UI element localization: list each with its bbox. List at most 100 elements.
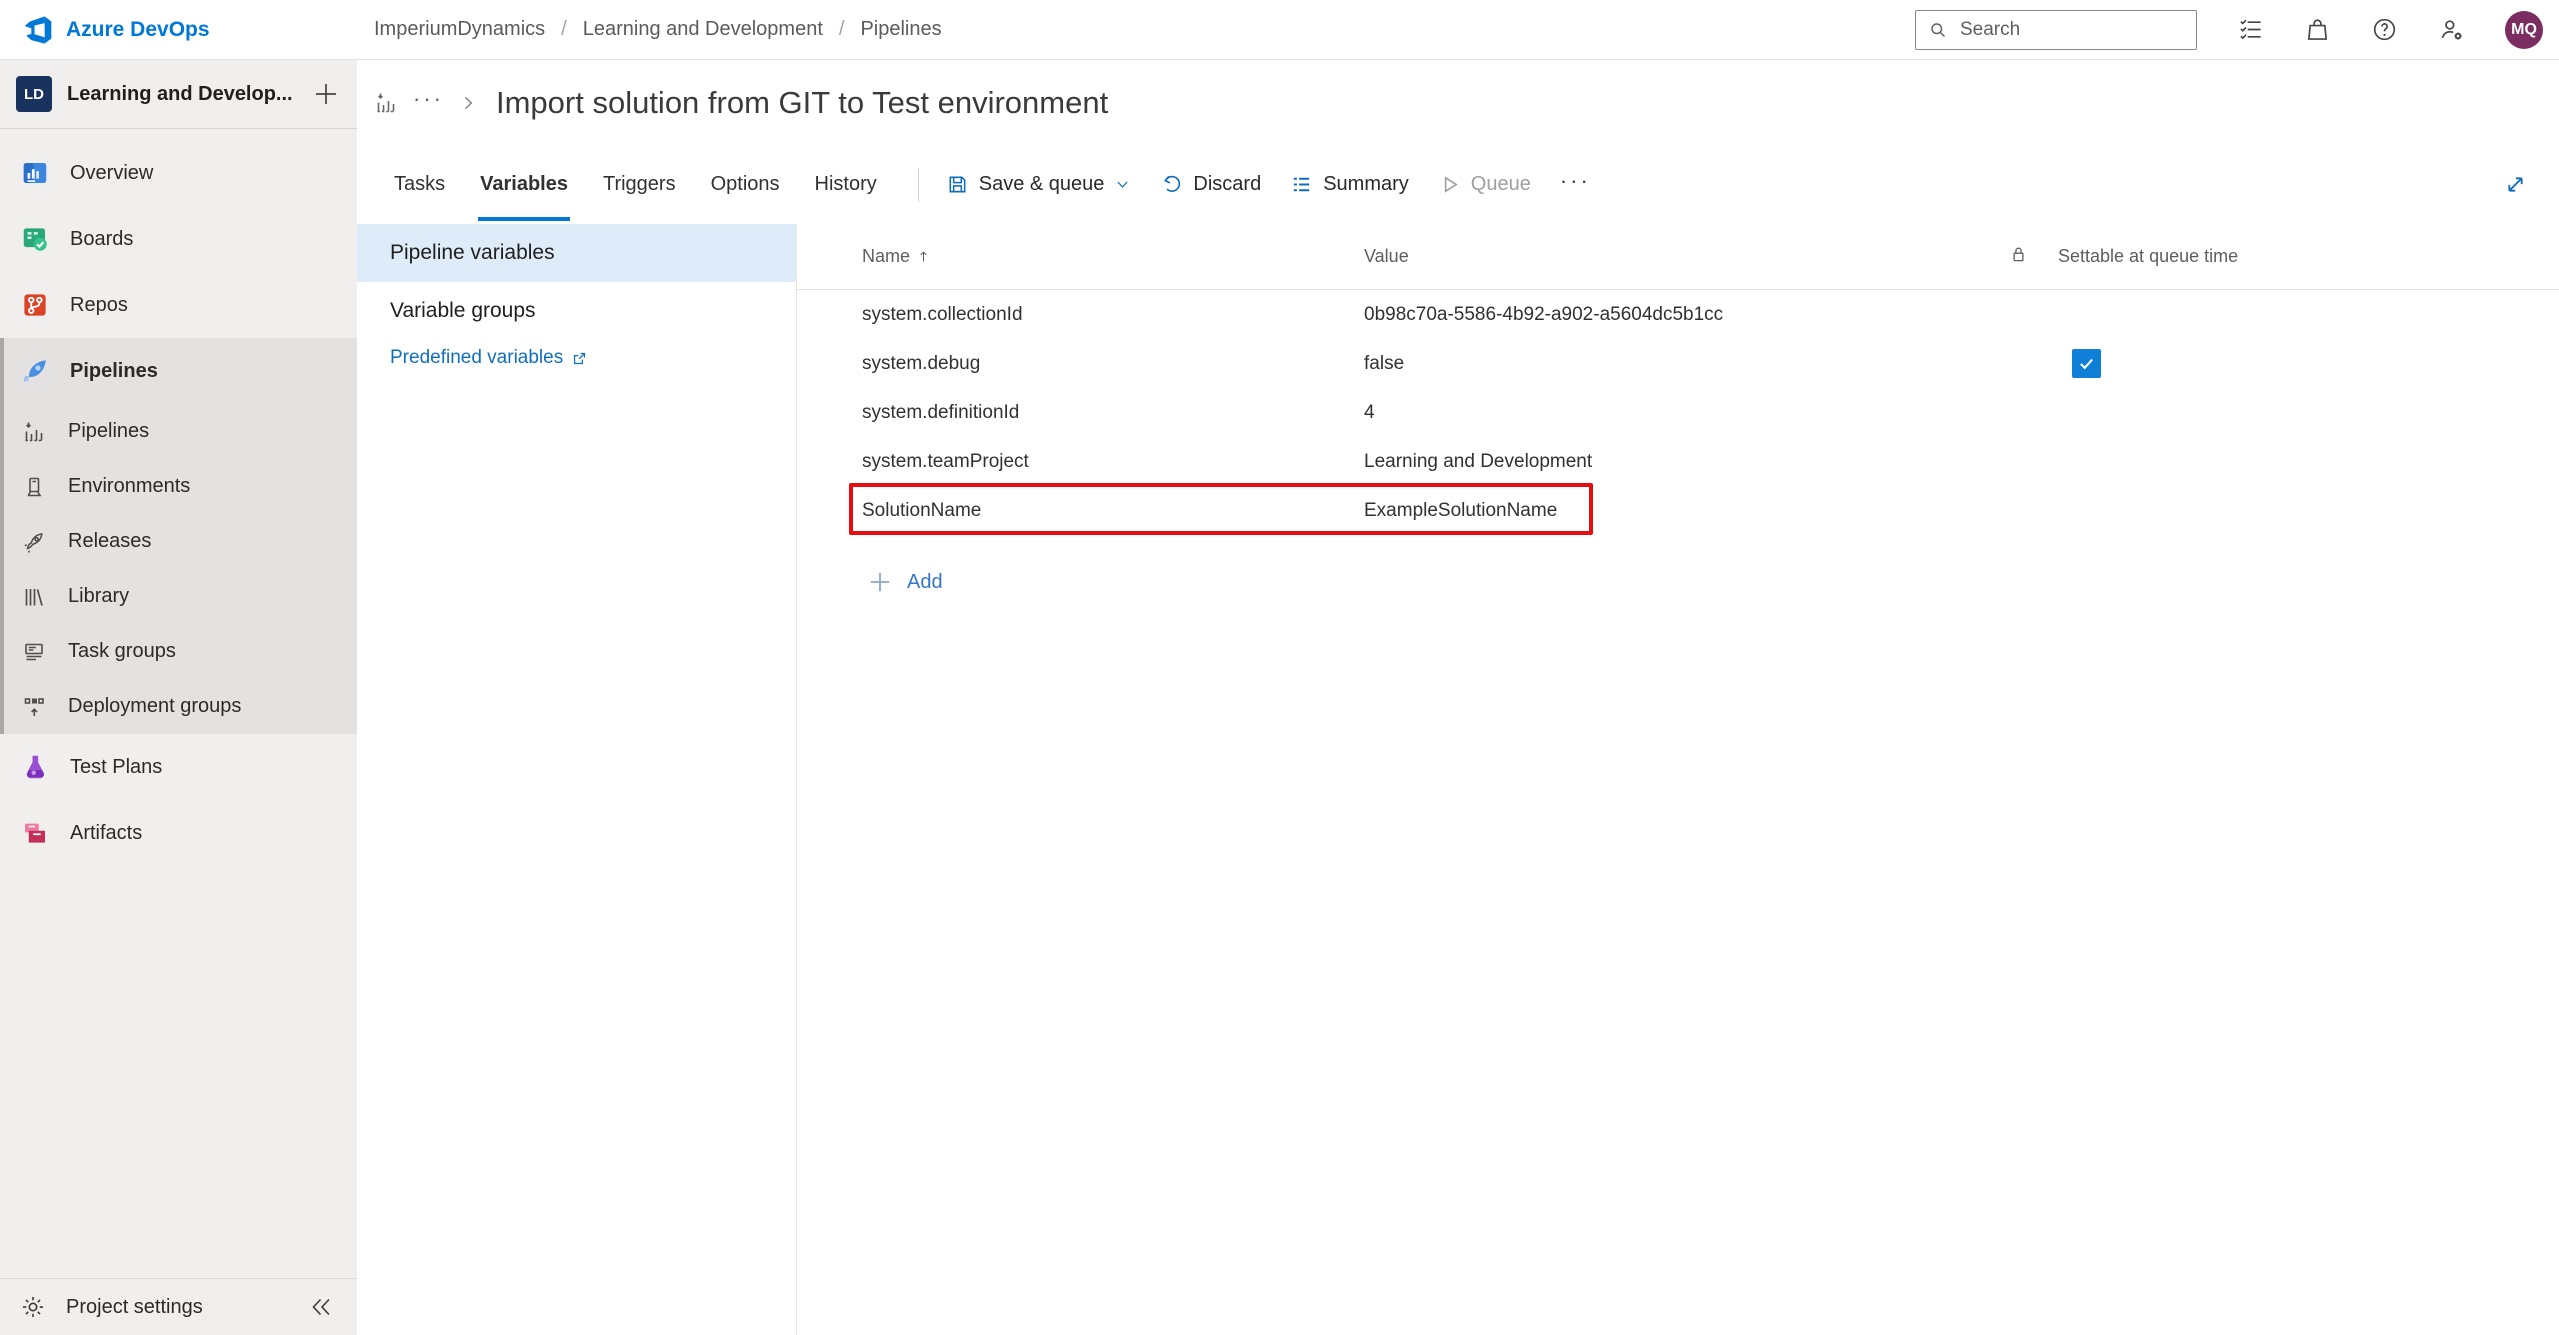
column-header-label: Settable at queue time xyxy=(2058,246,2239,266)
search-input[interactable] xyxy=(1960,18,2184,41)
variable-row-highlighted[interactable]: SolutionName ExampleSolutionName xyxy=(797,486,2559,535)
sidebar-subitem-library[interactable]: Library xyxy=(0,569,357,624)
variable-row[interactable]: system.definitionId 4 xyxy=(797,388,2559,437)
sidebar-item-repos[interactable]: Repos xyxy=(0,272,357,338)
sidebar-item-label: Artifacts xyxy=(70,821,143,844)
toolbar-divider xyxy=(917,167,919,202)
breadcrumb: ImperiumDynamics / Learning and Developm… xyxy=(357,18,942,41)
collapse-sidebar-icon[interactable] xyxy=(309,1295,333,1319)
tab-label: Tasks xyxy=(394,173,446,195)
discard-button[interactable]: Discard xyxy=(1160,173,1261,196)
breadcrumb-project[interactable]: Learning and Development xyxy=(583,18,823,41)
summary-button[interactable]: Summary xyxy=(1290,173,1409,196)
variable-value-cell[interactable]: Learning and Development xyxy=(1364,451,2008,473)
sidebar-item-boards[interactable]: Boards xyxy=(0,206,357,272)
variable-name-cell[interactable]: system.collectionId xyxy=(862,304,1364,326)
tab-triggers[interactable]: Triggers xyxy=(601,145,678,224)
sidebar-item-overview[interactable]: Overview xyxy=(0,140,357,206)
save-and-queue-button[interactable]: Save & queue xyxy=(946,173,1132,196)
help-icon[interactable] xyxy=(2371,16,2398,43)
sidebar-item-pipelines[interactable]: Pipelines xyxy=(0,338,357,404)
breadcrumb-organization[interactable]: ImperiumDynamics xyxy=(374,18,545,41)
chevron-right-icon xyxy=(464,96,473,109)
tab-options[interactable]: Options xyxy=(709,145,782,224)
sidebar-subitem-deployment-groups[interactable]: Deployment groups xyxy=(0,679,357,734)
tab-label: Triggers xyxy=(602,173,676,195)
save-and-queue-label: Save & queue xyxy=(978,173,1105,195)
releases-icon xyxy=(24,532,43,553)
pipeline-icon xyxy=(377,93,395,112)
column-header-name[interactable]: Name xyxy=(862,246,1364,267)
variables-table: Name Value Settable at queue time system… xyxy=(797,224,2559,1335)
sidebar-subitem-environments[interactable]: Environments xyxy=(0,459,357,514)
tab-history[interactable]: History xyxy=(813,145,879,224)
plus-icon xyxy=(870,572,890,592)
search-icon xyxy=(1931,22,1946,37)
environments-icon xyxy=(27,477,41,496)
page-title: Import solution from GIT to Test environ… xyxy=(495,84,1109,120)
variable-row[interactable]: system.teamProject Learning and Developm… xyxy=(797,437,2559,486)
pane-item-variable-groups[interactable]: Variable groups xyxy=(357,282,796,340)
variable-value-cell[interactable]: false xyxy=(1364,353,2008,375)
project-name[interactable]: Learning and Develop... xyxy=(67,83,296,106)
avatar[interactable]: MQ xyxy=(2505,10,2543,49)
title-more-button[interactable]: ··· xyxy=(413,87,444,118)
expand-icon[interactable] xyxy=(2502,171,2529,198)
new-project-plus-icon[interactable] xyxy=(311,79,341,109)
summary-label: Summary xyxy=(1323,173,1409,195)
repos-icon xyxy=(24,294,46,316)
chevron-down-icon[interactable] xyxy=(1114,176,1131,193)
pipeline-title-row: ··· Import solution from GIT to Test env… xyxy=(357,60,2559,145)
sidebar-item-label: Test Plans xyxy=(70,755,163,778)
sidebar-item-label: Task groups xyxy=(68,640,176,662)
breadcrumb-section[interactable]: Pipelines xyxy=(860,18,941,41)
variables-content: Pipeline variables Variable groups Prede… xyxy=(357,224,2559,1335)
predefined-variables-label: Predefined variables xyxy=(390,347,564,368)
user-settings-icon[interactable] xyxy=(2438,16,2465,43)
variable-row[interactable]: system.debug false xyxy=(797,339,2559,388)
overview-icon xyxy=(23,163,47,183)
settable-checkbox[interactable] xyxy=(2072,349,2101,378)
tab-tasks[interactable]: Tasks xyxy=(392,145,447,224)
sidebar-item-label: Deployment groups xyxy=(68,695,242,717)
tab-label: Options xyxy=(710,173,780,195)
azure-devops-home-link[interactable]: Azure DevOps xyxy=(0,14,357,46)
variable-value-cell[interactable]: 4 xyxy=(1364,402,2008,424)
variables-pane: Pipeline variables Variable groups Prede… xyxy=(357,224,797,1335)
search-box[interactable] xyxy=(1915,9,2197,50)
variable-name-cell[interactable]: system.teamProject xyxy=(862,451,1364,473)
add-variable-button[interactable]: Add xyxy=(797,569,2559,595)
pane-item-pipeline-variables[interactable]: Pipeline variables xyxy=(357,224,796,282)
project-settings-label: Project settings xyxy=(66,1295,203,1318)
queue-label: Queue xyxy=(1470,173,1531,195)
sidebar-item-artifacts[interactable]: Artifacts xyxy=(0,800,357,866)
deployment-groups-icon xyxy=(24,697,44,716)
variable-row[interactable]: system.collectionId 0b98c70a-5586-4b92-a… xyxy=(797,290,2559,339)
marketplace-bag-icon[interactable] xyxy=(2304,16,2331,43)
sidebar-item-test-plans[interactable]: Test Plans xyxy=(0,734,357,800)
sidebar-subitem-pipelines[interactable]: Pipelines xyxy=(0,404,357,459)
project-avatar[interactable]: LD xyxy=(16,76,52,112)
task-list-icon[interactable] xyxy=(2237,16,2264,43)
sidebar-subitem-task-groups[interactable]: Task groups xyxy=(0,624,357,679)
lock-icon xyxy=(2013,247,2024,261)
project-settings-button[interactable]: Project settings xyxy=(0,1278,357,1335)
top-bar-actions: MQ xyxy=(1915,9,2559,50)
library-icon xyxy=(25,588,43,606)
column-header-value: Value xyxy=(1364,246,2008,267)
variable-settable-cell xyxy=(2058,349,2559,378)
save-icon xyxy=(949,176,966,193)
variable-value-cell[interactable]: 0b98c70a-5586-4b92-a902-a5604dc5b1cc xyxy=(1364,304,2008,326)
table-header-row: Name Value Settable at queue time xyxy=(797,224,2559,290)
sidebar-section-pipelines: Pipelines Pipelines Environments Release… xyxy=(0,338,357,734)
toolbar-more-button[interactable]: ··· xyxy=(1560,168,1591,202)
test-plans-icon xyxy=(26,755,44,779)
variable-value-cell[interactable]: ExampleSolutionName xyxy=(1364,500,2008,522)
queue-button: Queue xyxy=(1438,173,1531,196)
sidebar-subitem-releases[interactable]: Releases xyxy=(0,514,357,569)
tab-variables[interactable]: Variables xyxy=(478,145,570,224)
variable-name-cell[interactable]: SolutionName xyxy=(862,500,1364,522)
variable-name-cell[interactable]: system.debug xyxy=(862,353,1364,375)
variable-name-cell[interactable]: system.definitionId xyxy=(862,402,1364,424)
predefined-variables-link[interactable]: Predefined variables xyxy=(357,347,796,369)
